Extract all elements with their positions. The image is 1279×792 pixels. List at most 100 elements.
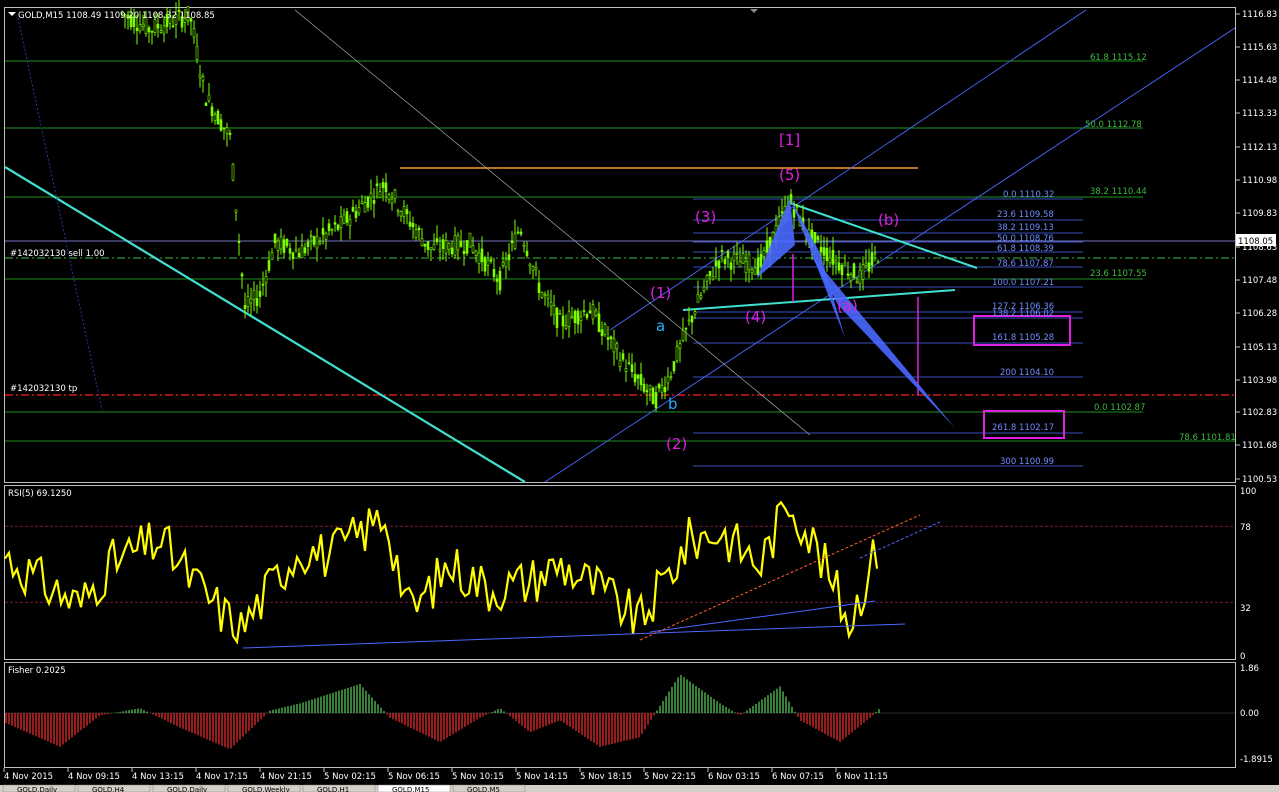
candle-body [444, 240, 448, 254]
candle-body [858, 269, 862, 284]
candle-body [837, 262, 841, 271]
candle-body [675, 346, 679, 361]
candle-body [390, 198, 394, 204]
time-tick-label: 5 Nov 22:15 [644, 772, 696, 782]
candle-body [276, 240, 280, 251]
candle-body [813, 232, 817, 243]
rsi-tick-label: 0 [1240, 652, 1245, 662]
candle-body [537, 282, 541, 293]
candle-body [873, 252, 877, 255]
candle-body [216, 110, 220, 125]
fib-blue-label: 300 1100.99 [1000, 457, 1054, 467]
candle-body [348, 219, 352, 226]
candle-body [633, 373, 637, 383]
candle-body [849, 274, 853, 282]
fib-green-label: 0.0 1102.87 [1094, 403, 1145, 413]
candle-body [582, 310, 586, 312]
candle-body [741, 253, 745, 264]
candle-body [393, 189, 397, 199]
price-tick-label: 1106.28 [1242, 309, 1277, 319]
candle-body [204, 102, 208, 106]
candle-body [702, 286, 706, 291]
fib-blue-label: 38.2 1109.13 [997, 223, 1054, 233]
candle-body [780, 211, 784, 214]
time-tick-label: 6 Nov 03:15 [708, 772, 760, 782]
chart-tab-label: GOLD,H1 [317, 786, 349, 792]
candle-body [534, 266, 538, 270]
wave-label-small-a: a [656, 317, 665, 335]
candle-body [231, 163, 235, 181]
candle-body [150, 31, 154, 33]
fib-blue-label: 100.0 1107.21 [992, 278, 1054, 288]
candle-body [153, 19, 157, 33]
time-tick-label: 4 Nov 09:15 [68, 772, 120, 782]
price-tick-label: 1109.83 [1242, 209, 1277, 219]
fib-blue-label: 261.8 1102.17 [992, 423, 1054, 433]
candle-body [258, 291, 262, 297]
chart-shift-marker-icon[interactable] [750, 9, 758, 13]
time-tick-label: 6 Nov 11:15 [836, 772, 888, 782]
order-tp-label: #142032130 tp [10, 384, 77, 394]
candle-body [435, 238, 439, 243]
candle-body [192, 28, 196, 38]
candle-body [171, 25, 175, 27]
price-tick-label: 1115.63 [1242, 43, 1277, 53]
candle-body [678, 343, 682, 349]
candle-body [654, 392, 658, 409]
candle-body [855, 281, 859, 284]
candle-body [228, 132, 232, 136]
candle-body [270, 252, 274, 260]
candle-body [681, 330, 685, 341]
chart-canvas: GOLD,M15 1108.49 1109.20 1108.32 1108.85… [0, 0, 1279, 792]
candle-body [225, 127, 229, 134]
candle-body [552, 304, 556, 316]
candle-body [261, 283, 265, 286]
candle-body [762, 249, 766, 257]
candle-body [243, 305, 247, 310]
wave-label-1: (1) [650, 284, 671, 302]
rsi-tick-label: 100 [1240, 487, 1256, 497]
chart-tabs[interactable]: GOLD,Daily GOLD,H4 GOLD,Daily GOLD,Weekly GO… [2, 784, 526, 792]
candle-body [288, 248, 292, 254]
candle-body [489, 259, 493, 262]
candle-body [249, 298, 253, 304]
candle-body [453, 235, 457, 256]
wave-label-small-b: b [668, 395, 678, 413]
collapse-arrow-icon[interactable] [8, 12, 16, 16]
fib-blue-label: 161.8 1105.28 [992, 333, 1054, 343]
price-tick-label: 1110.98 [1242, 176, 1277, 186]
candle-body [600, 329, 604, 337]
candle-body [645, 390, 649, 393]
candle-body [540, 292, 544, 298]
candle-body [306, 241, 310, 247]
candle-body [240, 273, 244, 277]
fib-blue-label: 200 1104.10 [1000, 368, 1054, 378]
fisher-tick-label: 1.86 [1240, 664, 1259, 674]
candle-body [207, 94, 211, 102]
chart-tab-label: GOLD,Daily [17, 786, 57, 792]
candle-body [816, 236, 820, 240]
candle-body [441, 239, 445, 249]
chart-tab-label: GOLD,Weekly [242, 786, 290, 792]
candle-body [639, 374, 643, 386]
candle-body [450, 247, 454, 255]
candles-layer [120, 0, 880, 412]
candle-body [303, 247, 307, 254]
candle-body [375, 183, 379, 187]
candle-body [447, 243, 451, 250]
candle-body [759, 253, 763, 267]
candle-body [666, 376, 670, 384]
price-tick-label: 1112.13 [1242, 143, 1277, 153]
candle-body [255, 298, 259, 307]
candle-body [612, 338, 616, 353]
price-tick-label: 1107.48 [1242, 276, 1277, 286]
candle-body [720, 250, 724, 252]
candle-body [309, 235, 313, 238]
candle-body [507, 254, 511, 261]
candle-body [822, 247, 826, 256]
candle-body [522, 244, 526, 247]
candle-body [519, 231, 523, 235]
candle-body [333, 222, 337, 225]
candle-body [198, 74, 202, 78]
candle-body [627, 362, 631, 365]
